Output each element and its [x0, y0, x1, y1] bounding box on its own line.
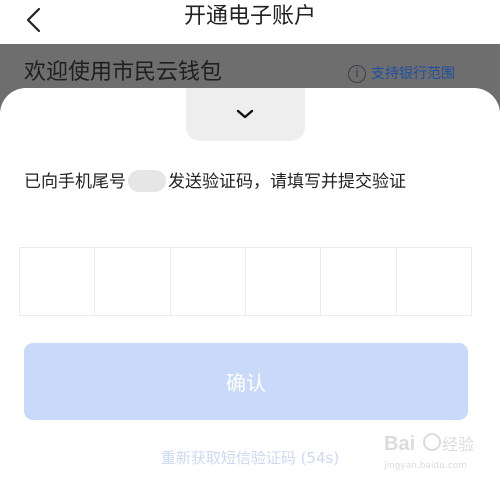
code-digit-cell[interactable] [246, 248, 322, 315]
svg-text:经验: 经验 [442, 435, 474, 454]
top-nav-bar: 开通电子账户 [0, 0, 500, 44]
welcome-heading: 欢迎使用市民云钱包 [24, 60, 223, 85]
code-digit-cell[interactable] [95, 248, 171, 315]
support-banks-label: 支持银行范围 [371, 66, 455, 82]
confirm-button[interactable]: 确认 [24, 343, 468, 420]
hint-prefix: 已向手机尾号 [24, 172, 126, 192]
baidu-jingyan-watermark: Bai 经验 jingyan.baidu.com [383, 428, 480, 474]
hint-suffix: 发送验证码，请填写并提交验证 [168, 172, 406, 192]
code-digit-cell[interactable] [397, 248, 471, 315]
sms-code-input[interactable] [19, 247, 472, 316]
code-digit-cell[interactable] [20, 248, 96, 315]
page-title: 开通电子账户 [183, 4, 316, 29]
code-digit-cell[interactable] [171, 248, 246, 315]
sms-sent-hint: 已向手机尾号 发送验证码，请填写并提交验证 [24, 170, 406, 194]
svg-text:jingyan.baidu.com: jingyan.baidu.com [384, 461, 467, 471]
code-digit-cell[interactable] [321, 248, 397, 315]
collapse-sheet-handle[interactable] [186, 88, 305, 141]
watermark-logo-icon: Bai 经验 jingyan.baidu.com [383, 433, 474, 471]
svg-text:Bai: Bai [384, 433, 415, 455]
info-icon: i [348, 65, 366, 83]
chevron-down-icon [236, 109, 254, 119]
masked-phone-digits [128, 170, 166, 192]
support-banks-link[interactable]: i 支持银行范围 [348, 62, 455, 86]
verification-sheet: 已向手机尾号 发送验证码，请填写并提交验证 确认 重新获取短信验证码 (54s) … [0, 88, 500, 479]
